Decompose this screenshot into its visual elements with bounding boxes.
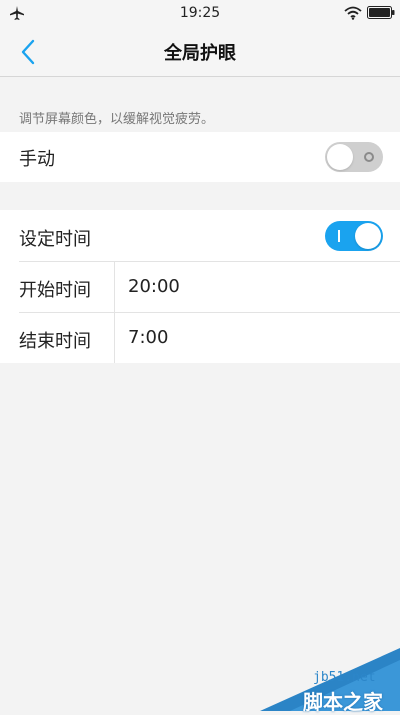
toggle-knob	[355, 223, 381, 249]
manual-row[interactable]: 手动	[0, 132, 400, 182]
start-time-label: 开始时间	[19, 280, 91, 301]
end-time-value[interactable]: 7:00	[128, 327, 168, 348]
divider	[19, 312, 400, 313]
nav-bar: 全局护眼	[0, 26, 400, 77]
end-time-label: 结束时间	[19, 331, 91, 352]
watermark-url: jb51.net	[313, 670, 376, 685]
schedule-toggle[interactable]	[325, 221, 383, 251]
status-bar: 19:25	[0, 0, 400, 26]
manual-label: 手动	[19, 149, 55, 170]
page-title: 全局护眼	[164, 43, 236, 64]
column-divider	[114, 313, 115, 363]
start-time-value[interactable]: 20:00	[128, 276, 180, 297]
toggle-knob	[327, 144, 353, 170]
divider	[19, 261, 400, 262]
column-divider	[114, 262, 115, 312]
schedule-label: 设定时间	[19, 229, 91, 250]
status-time: 19:25	[179, 5, 221, 21]
manual-toggle[interactable]	[325, 142, 383, 172]
wifi-icon	[344, 6, 362, 20]
schedule-card: 设定时间 开始时间 20:00 结束时间 7:00	[0, 210, 400, 363]
description-text: 调节屏幕颜色，以缓解视觉疲劳。	[19, 112, 215, 127]
toggle-on-indicator-icon	[338, 230, 340, 242]
battery-icon	[367, 6, 395, 19]
toggle-off-indicator-icon	[364, 152, 374, 162]
